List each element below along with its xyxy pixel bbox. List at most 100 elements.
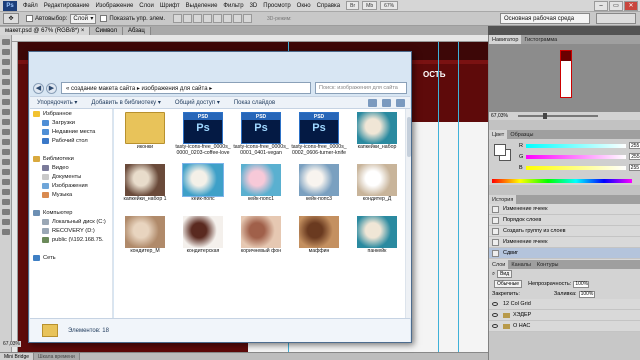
move-tool-icon[interactable]	[1, 39, 10, 45]
navigator-thumbnail[interactable]	[560, 50, 572, 98]
file-tile[interactable]: кейк-попс	[174, 161, 232, 213]
add-to-library-button[interactable]: Добавить в библиотеку ▾	[84, 99, 167, 106]
close-button[interactable]: ✕	[624, 0, 638, 11]
file-tile[interactable]: Pstasty-icons-free_0000s_0002_0606-turne…	[290, 109, 348, 161]
foreground-color-swatch[interactable]	[494, 144, 506, 156]
shape-tool-icon[interactable]	[1, 209, 10, 215]
file-tile[interactable]: капкейки_набор	[348, 109, 406, 161]
eraser-tool-icon[interactable]	[1, 139, 10, 145]
search-input[interactable]: Поиск: изображения для сайта	[315, 82, 407, 94]
zoom-select[interactable]: 67%	[380, 1, 399, 10]
color-b-slider[interactable]	[525, 165, 626, 170]
blend-mode-select[interactable]: Обычные	[494, 280, 523, 288]
tab-document[interactable]: макет.psd @ 67% (RGB/8*) ×	[0, 27, 91, 35]
scrollbar[interactable]	[405, 109, 411, 318]
align-vcenter-icon[interactable]	[183, 14, 193, 23]
minibridge-button[interactable]: Mb	[362, 1, 378, 10]
tree-item[interactable]: Избранное	[30, 109, 112, 118]
view-mode-icon[interactable]	[368, 98, 377, 107]
back-icon[interactable]: ◀	[33, 82, 44, 94]
fill-value[interactable]: 100%	[578, 290, 595, 298]
gradient-tool-icon[interactable]	[1, 149, 10, 155]
transform-controls-checkbox[interactable]	[100, 15, 108, 22]
eyedropper-tool-icon[interactable]	[1, 89, 10, 95]
navigator-zoom-value[interactable]: 67,03%	[491, 113, 508, 119]
layer-row[interactable]: ХЭДЕР	[489, 310, 640, 321]
tree-item[interactable]: Сеть	[30, 253, 112, 262]
bridge-button[interactable]: Br	[346, 1, 360, 10]
distribute-icon[interactable]	[233, 14, 243, 23]
tab-swatches[interactable]: Образцы	[507, 130, 536, 139]
color-ramp[interactable]	[492, 179, 632, 183]
dodge-tool-icon[interactable]	[1, 169, 10, 175]
color-r-slider[interactable]	[525, 143, 626, 148]
hand-tool-icon[interactable]	[1, 219, 10, 225]
forward-icon[interactable]: ▶	[46, 82, 57, 94]
align-right-icon[interactable]	[223, 14, 233, 23]
opacity-value[interactable]: 100%	[573, 280, 590, 288]
tab-timeline[interactable]: Шкала времени	[34, 353, 80, 360]
zoom-tool-icon[interactable]	[1, 229, 10, 235]
workspace-select[interactable]: Основная рабочая среда	[500, 13, 590, 24]
align-left-icon[interactable]	[203, 14, 213, 23]
history-brush-tool-icon[interactable]	[1, 129, 10, 135]
tree-item[interactable]: Рабочий стол	[30, 136, 112, 145]
tab-paths[interactable]: Контуры	[534, 260, 562, 269]
eye-icon[interactable]	[492, 302, 498, 306]
align-hcenter-icon[interactable]	[213, 14, 223, 23]
stamp-tool-icon[interactable]	[1, 119, 10, 125]
file-tile[interactable]: коричневый фон	[232, 213, 290, 265]
slideshow-button[interactable]: Показ слайдов	[227, 100, 282, 106]
tab-mini-bridge[interactable]: Mini Bridge	[0, 353, 35, 360]
tab-history[interactable]: История	[489, 195, 517, 204]
file-tile[interactable]: кондитерская	[174, 213, 232, 265]
file-tile[interactable]: кондитер_М	[116, 213, 174, 265]
healing-brush-tool-icon[interactable]	[1, 99, 10, 105]
pen-tool-icon[interactable]	[1, 179, 10, 185]
color-b-value[interactable]: 255	[628, 164, 640, 171]
tree-item[interactable]: RECOVERY (D:)	[30, 226, 112, 235]
eye-icon[interactable]	[492, 313, 498, 317]
menu-layers[interactable]: Слои	[136, 3, 157, 9]
tree-item[interactable]: Недавние места	[30, 127, 112, 136]
tree-item[interactable]: Компьютер	[30, 208, 112, 217]
file-tile[interactable]: панкейк	[348, 213, 406, 265]
tree-item[interactable]: Видео	[30, 163, 112, 172]
tree-item[interactable]: Библиотеки	[30, 154, 112, 163]
organize-button[interactable]: Упорядочить ▾	[30, 99, 84, 106]
file-tile[interactable]: Pstasty-icons-free_0000s_0001_0401-vegan	[232, 109, 290, 161]
file-tile[interactable]: кейк-попс1	[232, 161, 290, 213]
color-g-slider[interactable]	[526, 154, 627, 159]
tab-color[interactable]: Цвет	[489, 130, 508, 139]
layer-row[interactable]: 12 Col Grid	[489, 299, 640, 310]
history-item[interactable]: Порядок слоев	[489, 215, 640, 226]
menu-help[interactable]: Справка	[314, 3, 344, 9]
menu-image[interactable]: Изображение	[92, 3, 136, 9]
crop-tool-icon[interactable]	[1, 79, 10, 85]
history-item[interactable]: Создать группу из слоев	[489, 226, 640, 237]
tree-item[interactable]: Загрузки	[30, 118, 112, 127]
magic-wand-tool-icon[interactable]	[1, 69, 10, 75]
help-icon[interactable]	[396, 98, 405, 107]
marquee-tool-icon[interactable]	[1, 49, 10, 55]
tab-paragraph[interactable]: Абзац	[122, 27, 151, 35]
brush-tool-icon[interactable]	[1, 109, 10, 115]
autoselect-checkbox[interactable]	[26, 15, 33, 22]
align-top-icon[interactable]	[173, 14, 183, 23]
menu-edit[interactable]: Редактирование	[41, 3, 93, 9]
workspace-button[interactable]	[596, 13, 636, 24]
file-tile[interactable]: кондитер_Д	[348, 161, 406, 213]
type-tool-icon[interactable]	[1, 189, 10, 195]
move-tool-icon[interactable]: ✥	[3, 13, 19, 24]
menu-view[interactable]: Просмотр	[260, 3, 293, 9]
maximize-button[interactable]: ▭	[609, 0, 623, 11]
status-zoom[interactable]: 67,03%	[2, 341, 21, 347]
eye-icon[interactable]	[492, 324, 498, 328]
menu-select[interactable]: Выделение	[183, 3, 221, 9]
file-tile[interactable]: кейк-попс3	[290, 161, 348, 213]
lasso-tool-icon[interactable]	[1, 59, 10, 65]
menu-file[interactable]: Файл	[20, 3, 41, 9]
tab-navigator[interactable]: Навигатор	[489, 35, 522, 44]
tab-channels[interactable]: Каналы	[508, 260, 534, 269]
share-button[interactable]: Общий доступ ▾	[168, 99, 227, 106]
